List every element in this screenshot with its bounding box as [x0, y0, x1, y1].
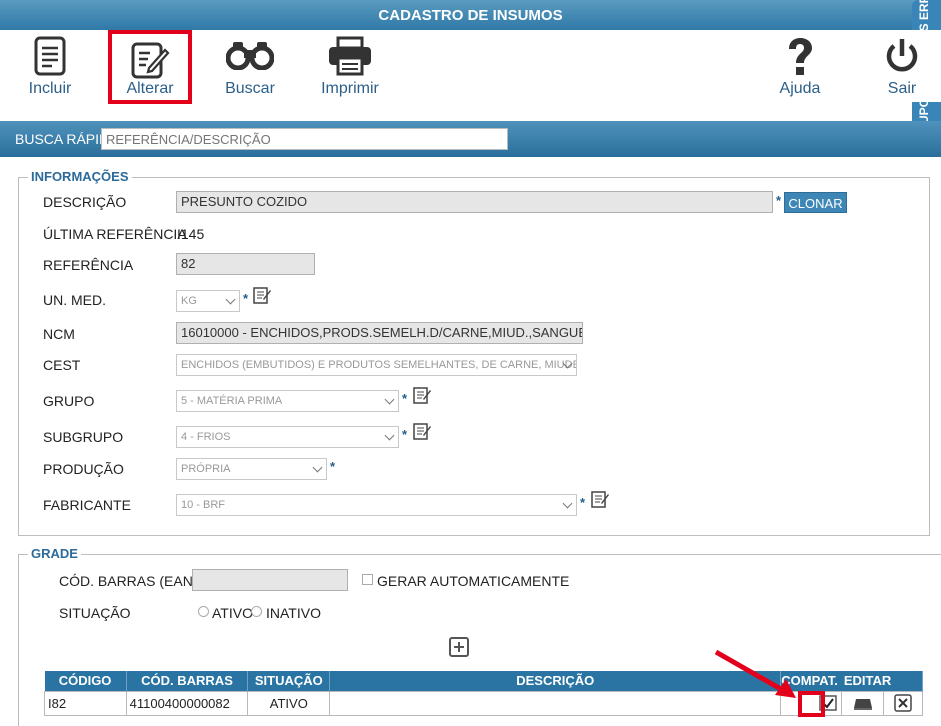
compat-highlight — [798, 691, 825, 717]
fabricante-select[interactable]: 10 - BRF — [176, 494, 577, 516]
inativo-label: INATIVO — [266, 605, 321, 621]
ajuda-button[interactable]: Ajuda — [762, 30, 838, 102]
edit-note-icon[interactable] — [591, 490, 610, 509]
un-med-select[interactable]: KG — [176, 290, 240, 312]
col-codigo: CÓDIGO — [44, 671, 127, 691]
add-row-icon[interactable] — [449, 637, 469, 657]
ncm-label: NCM — [43, 326, 75, 342]
inativo-radio[interactable] — [251, 606, 262, 617]
sair-label: Sair — [887, 80, 917, 97]
cest-value: ENCHIDOS (EMBUTIDOS) E PRODUTOS SEMELHAN… — [181, 359, 577, 371]
required-mark: * — [402, 391, 408, 406]
chevron-down-icon — [562, 498, 573, 509]
incluir-button[interactable]: Incluir — [10, 30, 90, 102]
edit-note-icon[interactable] — [253, 286, 272, 305]
incluir-label: Incluir — [28, 80, 72, 97]
grupo-select[interactable]: 5 - MATÉRIA PRIMA — [176, 390, 399, 412]
gerar-automaticamente-label: GERAR AUTOMATICAMENTE — [377, 573, 570, 589]
cell-delete — [883, 690, 923, 716]
sair-button[interactable]: Sair — [866, 30, 938, 102]
col-situacao: SITUAÇÃO — [247, 671, 331, 691]
descricao-input[interactable]: PRESUNTO COZIDO — [176, 191, 773, 213]
chevron-down-icon — [384, 430, 395, 441]
cell-editar — [841, 690, 885, 716]
chevron-down-icon — [384, 394, 395, 405]
col-cod-barras: CÓD. BARRAS — [126, 671, 249, 691]
subgrupo-select[interactable]: 4 - FRIOS — [176, 426, 399, 448]
grupo-value: 5 - MATÉRIA PRIMA — [181, 395, 283, 407]
col-editar: EDITAR — [841, 671, 923, 691]
required-mark: * — [580, 495, 586, 510]
cest-select[interactable]: ENCHIDOS (EMBUTIDOS) E PRODUTOS SEMELHAN… — [176, 354, 577, 376]
ultima-referencia-label: ÚLTIMA REFERÊNCIA — [43, 226, 187, 242]
document-icon — [34, 36, 66, 76]
fabricante-label: FABRICANTE — [43, 497, 131, 513]
cell-codigo: I82 — [44, 690, 127, 716]
cell-cod-barras: 41100400000082 — [125, 690, 249, 716]
cest-label: CEST — [43, 357, 81, 373]
edit-icon[interactable] — [853, 697, 873, 711]
alterar-button[interactable]: Alterar — [108, 30, 192, 104]
grade-legend: GRADE — [28, 546, 81, 561]
quick-search-input[interactable] — [101, 128, 508, 150]
informacoes-legend: INFORMAÇÕES — [28, 169, 132, 184]
edit-document-icon — [131, 42, 170, 79]
ncm-input[interactable]: 16010000 - ENCHIDOS,PRODS.SEMELH.D/CARNE… — [176, 322, 583, 344]
descricao-label: DESCRIÇÃO — [43, 194, 127, 210]
required-mark: * — [330, 459, 336, 474]
producao-select[interactable]: PRÓPRIA — [176, 458, 327, 480]
window-title: CADASTRO DE INSUMOS — [0, 0, 941, 30]
required-mark: * — [402, 427, 408, 442]
producao-value: PRÓPRIA — [181, 463, 231, 475]
toolbar: Incluir Alterar Buscar Imprimir Ajuda Sa… — [0, 30, 941, 104]
ativo-label: ATIVO — [212, 605, 253, 621]
chevron-down-icon — [312, 462, 323, 473]
buscar-label: Buscar — [225, 80, 275, 97]
referencia-label: REFERÊNCIA — [43, 257, 134, 273]
cod-barras-label: CÓD. BARRAS (EAN13) — [59, 573, 214, 589]
quick-search-bar: BUSCA RÁPIDA — [0, 121, 941, 157]
arrow-annotation-icon — [714, 649, 796, 698]
required-mark: * — [776, 193, 782, 208]
edit-note-icon[interactable] — [413, 386, 432, 405]
alterar-label: Alterar — [126, 80, 174, 97]
delete-icon[interactable] — [894, 694, 912, 712]
imprimir-button[interactable]: Imprimir — [310, 30, 390, 102]
buscar-button[interactable]: Buscar — [210, 30, 290, 102]
producao-label: PRODUÇÃO — [43, 461, 124, 477]
gerar-automaticamente-checkbox[interactable] — [362, 574, 373, 585]
required-mark: * — [243, 291, 249, 306]
binoculars-icon — [226, 42, 274, 70]
fabricante-value: 10 - BRF — [181, 499, 226, 511]
question-mark-icon — [789, 38, 812, 75]
ajuda-label: Ajuda — [779, 80, 821, 97]
un-med-label: UN. MED. — [43, 292, 106, 308]
grupo-label: GRUPO — [43, 393, 95, 409]
ativo-radio[interactable] — [198, 606, 209, 617]
imprimir-label: Imprimir — [321, 80, 379, 97]
cod-barras-input[interactable] — [192, 569, 348, 591]
clonar-button[interactable]: CLONAR — [784, 192, 847, 213]
subgrupo-label: SUBGRUPO — [43, 429, 124, 445]
power-icon — [886, 39, 918, 72]
printer-icon — [329, 36, 371, 76]
referencia-input[interactable]: 82 — [176, 253, 315, 275]
chevron-down-icon — [225, 294, 236, 305]
cell-situacao: ATIVO — [247, 690, 331, 716]
ultima-referencia-value: I145 — [177, 226, 205, 242]
subgrupo-value: 4 - FRIOS — [181, 431, 231, 443]
situacao-label: SITUAÇÃO — [59, 605, 131, 621]
edit-note-icon[interactable] — [413, 422, 432, 441]
un-med-value: KG — [181, 295, 197, 307]
